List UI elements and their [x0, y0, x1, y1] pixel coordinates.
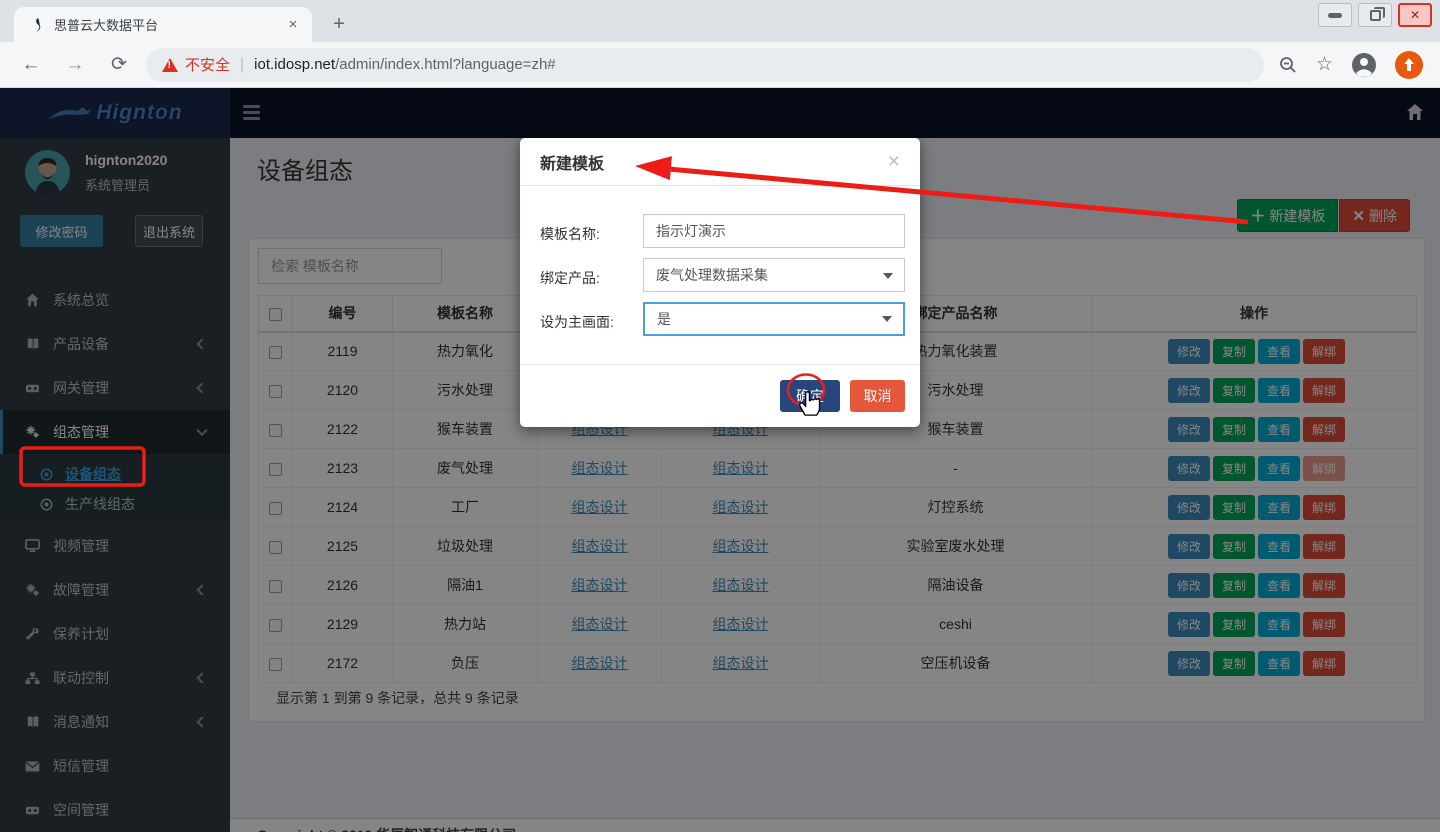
profile-icon[interactable]: [1351, 52, 1377, 78]
security-warning-label: 不安全: [185, 54, 230, 75]
bookmark-star-icon[interactable]: ☆: [1316, 53, 1333, 76]
template-name-label: 模板名称:: [540, 224, 600, 244]
new-tab-button[interactable]: +: [326, 12, 352, 38]
select-caret-icon: [882, 316, 892, 322]
url-host: iot.idosp.net: [254, 56, 335, 73]
tab-title: 思普云大数据平台: [54, 15, 284, 34]
browser-toolbar: ← → ⟳ 不安全 | iot.idosp.net/admin/index.ht…: [0, 42, 1440, 88]
zoom-out-icon[interactable]: [1278, 55, 1298, 75]
forward-button[interactable]: →: [62, 54, 88, 76]
new-template-modal: 新建模板 × 模板名称: 绑定产品: 废气处理数据采集 设为主画面: 是 确定 …: [520, 138, 920, 427]
main-screen-label: 设为主画面:: [540, 312, 614, 332]
app-viewport: Hignton hignton2020 系统管理员 修改密码 退出系统 系统总览: [0, 88, 1440, 832]
browser-update-button[interactable]: [1395, 51, 1423, 79]
restore-button[interactable]: [1358, 3, 1392, 27]
close-icon: ✕: [1410, 8, 1420, 22]
tab-close-icon[interactable]: ×: [284, 16, 302, 34]
browser-tab[interactable]: 思普云大数据平台 ×: [14, 7, 312, 42]
cancel-button[interactable]: 取消: [850, 380, 905, 412]
url-bar[interactable]: 不安全 | iot.idosp.net/admin/index.html?lan…: [146, 48, 1264, 82]
select-caret-icon: [883, 273, 893, 279]
bind-product-label: 绑定产品:: [540, 268, 600, 288]
main-screen-select[interactable]: 是: [643, 302, 905, 336]
reload-button[interactable]: ⟳: [106, 53, 132, 76]
bind-product-select[interactable]: 废气处理数据采集: [643, 258, 905, 292]
modal-title: 新建模板: [540, 150, 604, 174]
minimize-button[interactable]: [1318, 3, 1352, 27]
security-warning-icon: [162, 58, 178, 72]
restore-icon: [1370, 10, 1381, 21]
template-name-input[interactable]: [643, 214, 905, 248]
close-window-button[interactable]: ✕: [1398, 3, 1432, 27]
confirm-button[interactable]: 确定: [780, 380, 840, 412]
url-path: /admin/index.html?language=zh#: [335, 56, 556, 73]
modal-close-icon[interactable]: ×: [888, 151, 900, 172]
browser-titlebar: 思普云大数据平台 × + ✕: [0, 0, 1440, 42]
minimize-icon: [1328, 13, 1342, 18]
site-favicon-icon: [30, 17, 46, 33]
back-button[interactable]: ←: [18, 54, 44, 76]
url-separator: |: [240, 56, 244, 74]
